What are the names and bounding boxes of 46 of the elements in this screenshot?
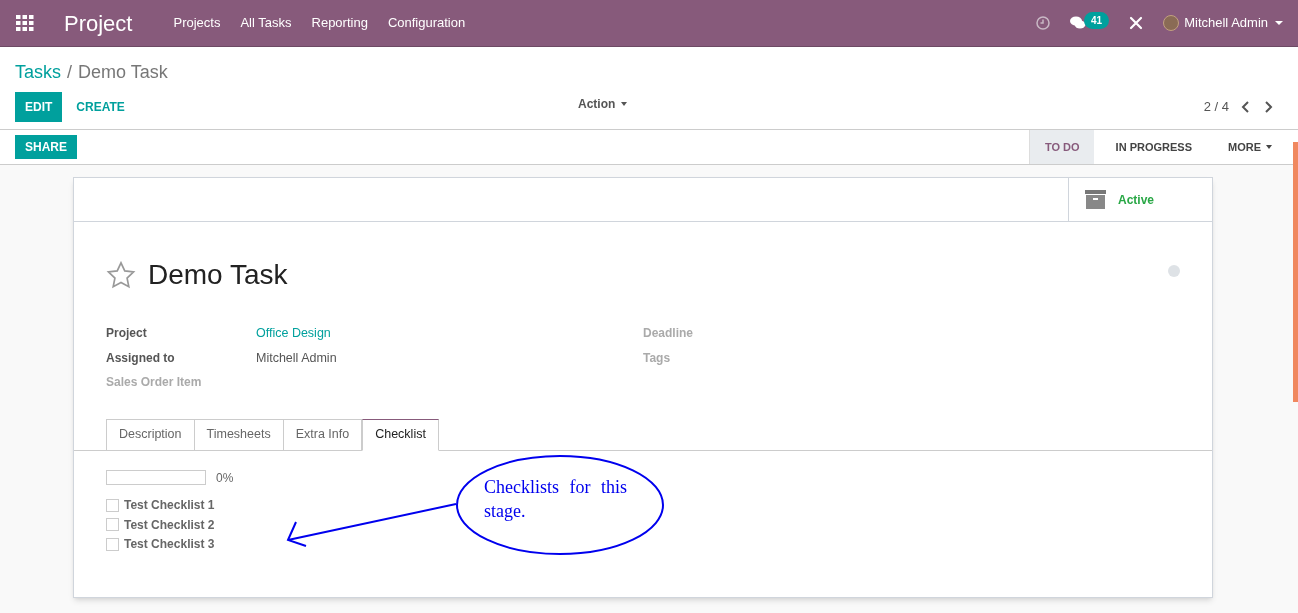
next-button[interactable] [1263,101,1273,113]
breadcrumb-current: Demo Task [78,61,168,84]
clock-icon[interactable] [1036,16,1051,30]
field-label: Tags [643,350,671,365]
breadcrumb-link[interactable]: Tasks [15,59,61,86]
menu-item[interactable]: Reporting [311,13,368,33]
message-count-badge: 41 [1084,11,1110,29]
tab[interactable]: Checklist [362,418,439,451]
app-title: Project [64,9,133,38]
pager-value: 2 / 4 [1203,98,1229,117]
field-label: Project [106,325,148,342]
field-label: Sales Order Item [106,374,203,391]
tab[interactable]: Description [106,418,195,451]
progress-percent: 0% [216,469,234,487]
user-menu[interactable]: Mitchell Admin [1163,13,1283,33]
checkbox[interactable] [106,537,119,551]
edit-button[interactable]: EDIT [15,92,63,122]
action-dropdown[interactable]: Action [578,95,628,113]
active-toggle-button[interactable]: Active [1068,178,1212,221]
breadcrumb-separator: / [67,61,73,84]
task-title: Demo Task [148,258,288,292]
previous-button[interactable] [1241,101,1251,113]
tools-icon[interactable] [1129,16,1144,30]
checklist-item-label: Test Checklist 3 [124,536,215,554]
menu-item[interactable]: Configuration [387,13,466,33]
scroll-bar[interactable] [1293,142,1298,402]
create-button[interactable]: CREATE [62,92,139,122]
menu-item[interactable]: Projects [173,13,221,33]
avatar [1163,15,1180,31]
archive-box-icon [1085,190,1106,209]
chat-icon[interactable] [1070,16,1087,30]
checkbox[interactable] [106,518,119,532]
tab[interactable]: Timesheets [194,418,284,451]
share-button[interactable]: SHARE [15,135,77,159]
checkbox[interactable] [106,498,119,512]
project-link[interactable]: Office Design [256,324,331,343]
field-label: Deadline [643,326,693,340]
checklist-item-label: Test Checklist 2 [124,516,215,534]
annotation-text: Checklists for this stage. [484,476,628,523]
field-value: Mitchell Admin [256,349,337,367]
star-icon[interactable] [106,261,136,289]
menu-item[interactable]: All Tasks [240,13,292,33]
apps-menu-icon[interactable] [16,15,34,31]
checklist-item-label: Test Checklist 1 [124,497,215,515]
stage-button[interactable]: TO DO [1029,130,1094,164]
field-label: Assigned to [106,349,176,367]
